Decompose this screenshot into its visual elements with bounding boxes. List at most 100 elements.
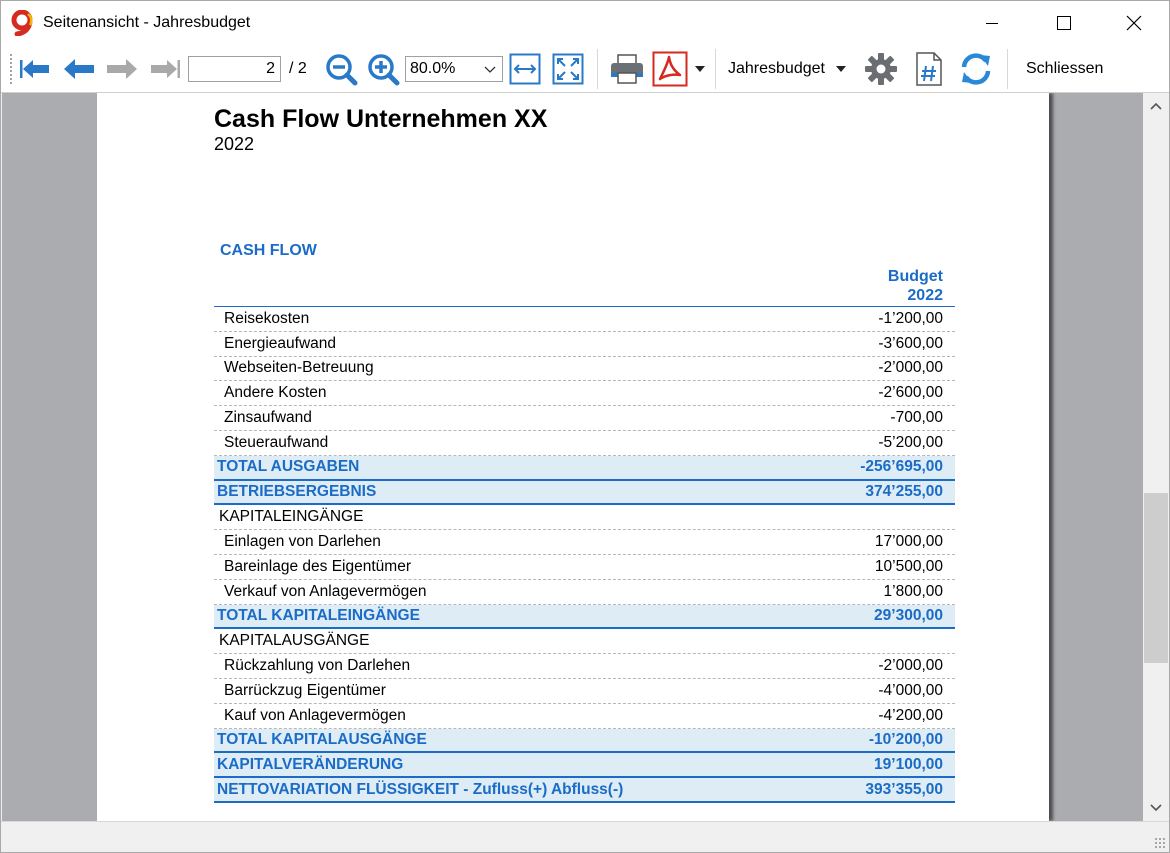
vertical-scrollbar[interactable] xyxy=(1143,93,1169,821)
row-value: -700,00 xyxy=(890,409,943,427)
row-value: -2’000,00 xyxy=(878,657,943,675)
next-page-icon xyxy=(107,59,137,79)
page-number-input[interactable]: 2 xyxy=(188,56,281,82)
toolbar-separator xyxy=(715,49,716,89)
toolbar-grip[interactable] xyxy=(9,53,13,85)
caret-down-icon xyxy=(695,66,705,72)
next-page-button[interactable] xyxy=(104,51,140,87)
table-row: Bareinlage des Eigentümer 10’500,00 xyxy=(214,555,955,580)
pdf-options-dropdown[interactable] xyxy=(691,51,709,87)
fit-width-icon xyxy=(509,53,541,85)
total-row: KAPITALVERÄNDERUNG 19’100,00 xyxy=(214,753,955,779)
row-value: -4’200,00 xyxy=(878,706,943,724)
chevron-down-icon xyxy=(484,66,496,73)
table-row: Kauf von Anlagevermögen -4’200,00 xyxy=(214,704,955,729)
row-label: Energieaufwand xyxy=(224,334,337,352)
pdf-export-button[interactable] xyxy=(651,51,689,87)
minimize-button[interactable] xyxy=(969,1,1015,45)
row-label: Webseiten-Betreuung xyxy=(224,359,374,377)
last-page-icon xyxy=(151,60,180,78)
zoom-out-button[interactable] xyxy=(323,51,359,87)
row-value: 10’500,00 xyxy=(874,557,943,575)
page-number-settings-button[interactable] xyxy=(912,51,946,87)
previous-page-icon xyxy=(64,59,94,79)
table-row: Energieaufwand -3’600,00 xyxy=(214,332,955,357)
row-label: BETRIEBSERGEBNIS xyxy=(217,482,377,500)
pdf-icon xyxy=(652,51,688,87)
row-label: Verkauf von Anlagevermögen xyxy=(224,582,427,600)
close-preview-button[interactable]: Schliessen xyxy=(1019,55,1110,83)
zoom-out-icon xyxy=(326,54,358,86)
table-row: Rückzahlung von Darlehen -2’000,00 xyxy=(214,654,955,679)
group-header-row: KAPITALAUSGÄNGE xyxy=(214,629,955,655)
scrollbar-thumb[interactable] xyxy=(1144,493,1168,663)
row-value: 17’000,00 xyxy=(874,533,943,551)
total-row: TOTAL AUSGABEN -256’695,00 xyxy=(214,455,955,481)
row-label: KAPITALAUSGÄNGE xyxy=(219,632,370,650)
row-label: KAPITALVERÄNDERUNG xyxy=(217,755,404,773)
total-row: BETRIEBSERGEBNIS 374’255,00 xyxy=(214,480,955,506)
print-button[interactable] xyxy=(608,51,646,87)
report-title: Cash Flow Unternehmen XX xyxy=(214,105,548,133)
table-row: Einlagen von Darlehen 17’000,00 xyxy=(214,530,955,555)
refresh-button[interactable] xyxy=(957,51,995,87)
group-header-row: KAPITALEINGÄNGE xyxy=(214,505,955,531)
section-title: CASH FLOW xyxy=(220,242,317,259)
table-row: Webseiten-Betreuung -2’000,00 xyxy=(214,357,955,382)
row-label: Andere Kosten xyxy=(224,384,327,402)
row-value: -1’200,00 xyxy=(878,309,943,327)
row-label: Barrückzug Eigentümer xyxy=(224,681,386,699)
first-page-button[interactable] xyxy=(18,51,54,87)
total-row: TOTAL KAPITALEINGÄNGE 29’300,00 xyxy=(214,604,955,630)
page-total-label: / 2 xyxy=(289,60,307,77)
scroll-up-button[interactable] xyxy=(1143,93,1169,119)
row-value: -10’200,00 xyxy=(868,730,943,748)
settings-button[interactable] xyxy=(862,51,900,87)
report-selector[interactable]: Jahresbudget xyxy=(728,55,847,83)
page-number-icon xyxy=(916,52,942,86)
maximize-button[interactable] xyxy=(1041,1,1087,45)
row-label: Einlagen von Darlehen xyxy=(224,533,381,551)
minimize-icon xyxy=(986,23,998,24)
row-value: 19’100,00 xyxy=(874,755,943,773)
previous-page-button[interactable] xyxy=(61,51,97,87)
fit-page-icon xyxy=(552,53,584,85)
print-icon xyxy=(611,54,643,84)
row-value: 29’300,00 xyxy=(874,606,943,624)
row-label: TOTAL AUSGABEN xyxy=(217,458,360,476)
last-page-button[interactable] xyxy=(146,51,182,87)
row-label: TOTAL KAPITALAUSGÄNGE xyxy=(217,730,427,748)
cashflow-table: Reisekosten -1’200,00 Energieaufwand -3’600… xyxy=(214,306,955,803)
table-row: Verkauf von Anlagevermögen 1’800,00 xyxy=(214,580,955,605)
refresh-icon xyxy=(961,53,991,85)
caret-down-icon xyxy=(835,66,846,72)
zoom-in-button[interactable] xyxy=(365,51,401,87)
zoom-select[interactable]: 80.0% xyxy=(405,56,503,82)
row-label: KAPITALEINGÄNGE xyxy=(219,508,364,526)
fit-page-button[interactable] xyxy=(551,51,585,87)
row-label: Bareinlage des Eigentümer xyxy=(224,557,411,575)
scroll-down-button[interactable] xyxy=(1143,795,1169,821)
chevron-up-icon xyxy=(1150,102,1162,110)
row-label: Steueraufwand xyxy=(224,433,329,451)
chevron-down-icon xyxy=(1150,804,1162,812)
row-value: -4’000,00 xyxy=(878,681,943,699)
maximize-icon xyxy=(1057,16,1071,30)
zoom-value: 80.0% xyxy=(410,60,456,77)
fit-width-button[interactable] xyxy=(508,51,542,87)
gear-icon xyxy=(865,53,897,85)
preview-viewport[interactable]: Cash Flow Unternehmen XX 2022 CASH FLOW … xyxy=(2,93,1143,821)
report-page: Cash Flow Unternehmen XX 2022 CASH FLOW … xyxy=(97,93,1049,821)
row-label: NETTOVARIATION FLÜSSIGKEIT - Zufluss(+) … xyxy=(217,780,624,798)
table-row: Zinsaufwand -700,00 xyxy=(214,406,955,431)
resize-grip[interactable] xyxy=(1154,837,1166,849)
row-value: -3’600,00 xyxy=(878,334,943,352)
table-row: Reisekosten -1’200,00 xyxy=(214,307,955,332)
toolbar-separator xyxy=(597,49,598,89)
close-window-button[interactable] xyxy=(1111,1,1157,45)
row-value: 393’355,00 xyxy=(865,780,943,798)
total-row: NETTOVARIATION FLÜSSIGKEIT - Zufluss(+) … xyxy=(214,778,955,803)
row-label: Rückzahlung von Darlehen xyxy=(224,657,411,675)
column-header-year: 2022 xyxy=(907,287,943,304)
first-page-icon xyxy=(20,60,49,78)
